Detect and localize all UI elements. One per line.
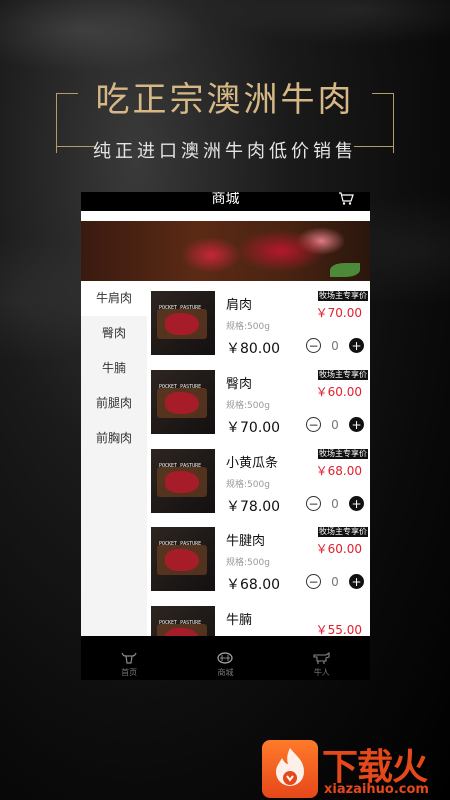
- promo-headline: 吃正宗澳洲牛肉 纯正进口澳洲牛肉低价销售: [0, 72, 450, 163]
- product-item[interactable]: POCKET PASTURE 臀肉 规格:500g ￥70.00 牧场主专享价 …: [151, 370, 370, 440]
- product-spec: 规格:500g: [226, 401, 270, 411]
- quantity-value: 0: [331, 574, 339, 589]
- vip-price-tag: 牧场主专享价: [318, 291, 368, 301]
- product-item[interactable]: POCKET PASTURE 小黄瓜条 规格:500g ￥78.00 牧场主专享…: [151, 449, 370, 519]
- vip-price-tag: 牧场主专享价: [318, 370, 368, 380]
- herb-leaf-icon: [330, 263, 360, 277]
- vip-price: ￥55.00: [315, 623, 362, 636]
- quantity-stepper: − 0 +: [306, 417, 364, 432]
- tab-label: 牛人: [313, 668, 330, 677]
- product-price: ￥80.00: [226, 341, 281, 357]
- phone-screen: 商城 牛肩肉 臀肉 牛腩 前腿肉 前胸肉 POCKET PASTURE 肩肉 规…: [81, 192, 370, 680]
- product-price: ￥78.00: [226, 499, 281, 515]
- bottom-tab-bar: 首页 商城 牛人: [81, 636, 370, 680]
- cart-icon[interactable]: [338, 192, 354, 208]
- product-name: 牛腩: [226, 613, 253, 628]
- tab-label: 首页: [121, 668, 138, 677]
- app-header: 商城: [81, 192, 370, 211]
- quantity-stepper: − 0 +: [306, 496, 364, 511]
- product-image: POCKET PASTURE: [151, 370, 215, 434]
- product-name: 臀肉: [226, 377, 253, 392]
- quantity-stepper: − 0 +: [306, 574, 364, 589]
- quantity-value: 0: [331, 417, 339, 432]
- quantity-stepper: − 0 +: [306, 338, 364, 353]
- vip-price-tag: 牧场主专享价: [318, 527, 368, 537]
- product-price: ￥68.00: [226, 577, 281, 593]
- product-spec: 规格:500g: [226, 558, 270, 568]
- product-name: 小黄瓜条: [226, 456, 279, 471]
- product-item[interactable]: POCKET PASTURE 牛腩 ￥55.00: [151, 606, 370, 636]
- meat-banner[interactable]: [81, 221, 370, 281]
- watermark-url: xiazaihuo.com: [324, 782, 429, 797]
- vip-price: ￥68.00: [315, 464, 362, 478]
- product-image: POCKET PASTURE: [151, 606, 215, 636]
- bull-head-icon: [121, 652, 137, 664]
- fire-logo-icon: [262, 740, 318, 798]
- product-image: POCKET PASTURE: [151, 527, 215, 591]
- minus-button[interactable]: −: [306, 574, 321, 589]
- steak-icon: [217, 652, 234, 664]
- quantity-value: 0: [331, 338, 339, 353]
- minus-button[interactable]: −: [306, 496, 321, 511]
- promo-title: 吃正宗澳洲牛肉: [95, 80, 355, 120]
- promo-subtitle: 纯正进口澳洲牛肉低价销售: [93, 141, 357, 162]
- plus-button[interactable]: +: [349, 338, 364, 353]
- cow-icon: [313, 651, 330, 664]
- vip-price: ￥60.00: [315, 385, 362, 399]
- plus-button[interactable]: +: [349, 574, 364, 589]
- vip-price-tag: 牧场主专享价: [318, 449, 368, 459]
- product-price: ￥70.00: [226, 420, 281, 436]
- tab-profile[interactable]: 牛人: [287, 651, 357, 678]
- product-item[interactable]: POCKET PASTURE 牛腱肉 规格:500g ￥68.00 牧场主专享价…: [151, 527, 370, 597]
- minus-button[interactable]: −: [306, 417, 321, 432]
- vip-price: ￥70.00: [315, 306, 362, 320]
- quantity-value: 0: [331, 496, 339, 511]
- header-title: 商城: [211, 192, 240, 207]
- product-image: POCKET PASTURE: [151, 449, 215, 513]
- product-item[interactable]: POCKET PASTURE 肩肉 规格:500g ￥80.00 牧场主专享价 …: [151, 291, 370, 361]
- product-spec: 规格:500g: [226, 322, 270, 332]
- shop-content: 牛肩肉 臀肉 牛腩 前腿肉 前胸肉 POCKET PASTURE 肩肉 规格:5…: [81, 281, 370, 636]
- tab-shop[interactable]: 商城: [190, 651, 260, 678]
- sidebar-item-brisket[interactable]: 牛腩: [81, 351, 147, 386]
- watermark: 下载火 xiazaihuo.com: [262, 738, 448, 798]
- product-spec: 规格:500g: [226, 480, 270, 490]
- product-image: POCKET PASTURE: [151, 291, 215, 355]
- sidebar-item-foreleg[interactable]: 前腿肉: [81, 386, 147, 421]
- vip-price: ￥60.00: [315, 542, 362, 556]
- sidebar-item-chest[interactable]: 前胸肉: [81, 421, 147, 456]
- category-sidebar: 牛肩肉 臀肉 牛腩 前腿肉 前胸肉: [81, 281, 147, 636]
- product-list: POCKET PASTURE 肩肉 规格:500g ￥80.00 牧场主专享价 …: [147, 281, 370, 636]
- minus-button[interactable]: −: [306, 338, 321, 353]
- tab-label: 商城: [217, 668, 234, 677]
- plus-button[interactable]: +: [349, 496, 364, 511]
- tab-home[interactable]: 首页: [94, 651, 164, 678]
- sidebar-item-shoulder[interactable]: 牛肩肉: [81, 281, 147, 316]
- product-name: 牛腱肉: [226, 534, 266, 549]
- product-name: 肩肉: [226, 298, 253, 313]
- sidebar-item-rump[interactable]: 臀肉: [81, 316, 147, 351]
- plus-button[interactable]: +: [349, 417, 364, 432]
